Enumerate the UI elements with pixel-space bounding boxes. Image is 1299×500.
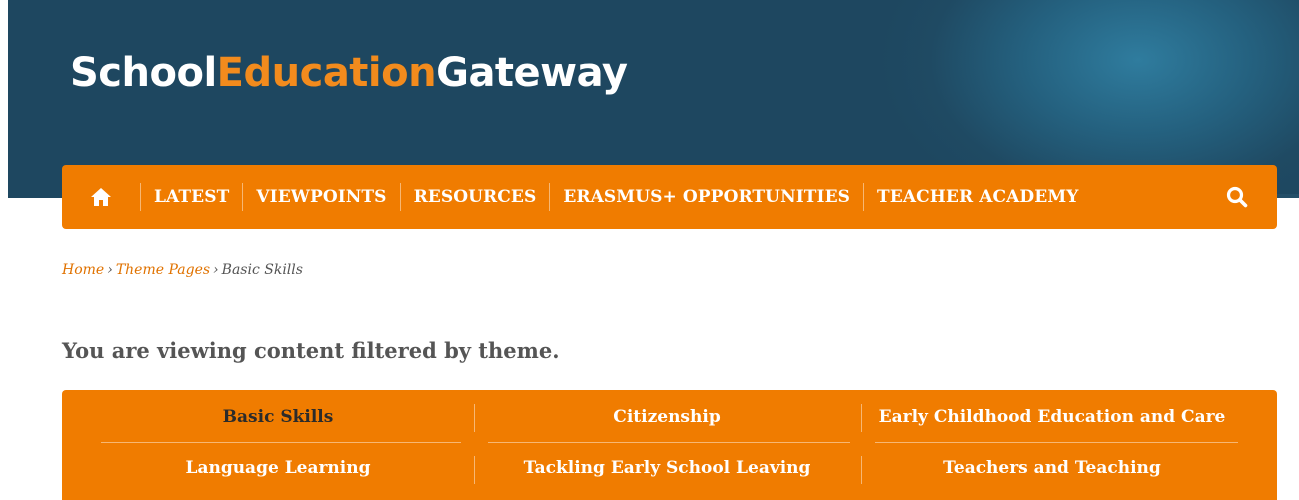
theme-row-divider bbox=[488, 442, 850, 443]
theme-divider bbox=[861, 404, 862, 432]
search-icon bbox=[1226, 186, 1248, 208]
theme-divider bbox=[861, 456, 862, 484]
breadcrumb-theme-pages[interactable]: Theme Pages bbox=[116, 262, 210, 278]
logo-school: School bbox=[70, 50, 217, 96]
nav-item-label: LATEST bbox=[154, 187, 230, 207]
logo-gateway: Gateway bbox=[436, 50, 628, 96]
theme-language-learning[interactable]: Language Learning bbox=[93, 443, 463, 493]
home-icon bbox=[91, 188, 111, 206]
logo-education: Education bbox=[216, 50, 437, 96]
theme-row-divider bbox=[875, 442, 1238, 443]
theme-filter-panel: Basic Skills Citizenship Early Childhood… bbox=[62, 390, 1277, 500]
theme-citizenship[interactable]: Citizenship bbox=[482, 392, 852, 442]
main-nav: LATEST VIEWPOINTS RESOURCES ERASMUS+ OPP… bbox=[62, 165, 1277, 229]
theme-tackling-early-school-leaving[interactable]: Tackling Early School Leaving bbox=[482, 443, 852, 493]
nav-item-erasmus-opportunities[interactable]: ERASMUS+ OPPORTUNITIES bbox=[550, 165, 863, 229]
breadcrumb-separator: › bbox=[107, 262, 113, 278]
nav-item-label: ERASMUS+ OPPORTUNITIES bbox=[563, 187, 851, 207]
nav-item-label: VIEWPOINTS bbox=[256, 187, 387, 207]
breadcrumb-separator: › bbox=[213, 262, 219, 278]
nav-item-latest[interactable]: LATEST bbox=[141, 165, 242, 229]
theme-divider bbox=[474, 456, 475, 484]
filter-heading: You are viewing content filtered by them… bbox=[62, 338, 560, 363]
theme-divider bbox=[474, 404, 475, 432]
breadcrumb-home[interactable]: Home bbox=[62, 262, 104, 278]
theme-teachers-and-teaching[interactable]: Teachers and Teaching bbox=[867, 443, 1237, 493]
nav-item-teacher-academy[interactable]: TEACHER ACADEMY bbox=[864, 165, 1091, 229]
nav-item-resources[interactable]: RESOURCES bbox=[401, 165, 550, 229]
home-button[interactable] bbox=[62, 165, 140, 229]
nav-item-viewpoints[interactable]: VIEWPOINTS bbox=[243, 165, 399, 229]
search-button[interactable] bbox=[1225, 185, 1249, 209]
nav-item-label: TEACHER ACADEMY bbox=[877, 187, 1079, 207]
theme-row-divider bbox=[101, 442, 461, 443]
theme-basic-skills[interactable]: Basic Skills bbox=[93, 392, 463, 442]
breadcrumb: Home › Theme Pages › Basic Skills bbox=[62, 262, 303, 278]
breadcrumb-current: Basic Skills bbox=[221, 262, 303, 278]
nav-item-label: RESOURCES bbox=[413, 187, 537, 207]
site-logo[interactable]: SchoolEducationGateway bbox=[70, 50, 628, 96]
theme-early-childhood-education-and-care[interactable]: Early Childhood Education and Care bbox=[867, 392, 1237, 442]
